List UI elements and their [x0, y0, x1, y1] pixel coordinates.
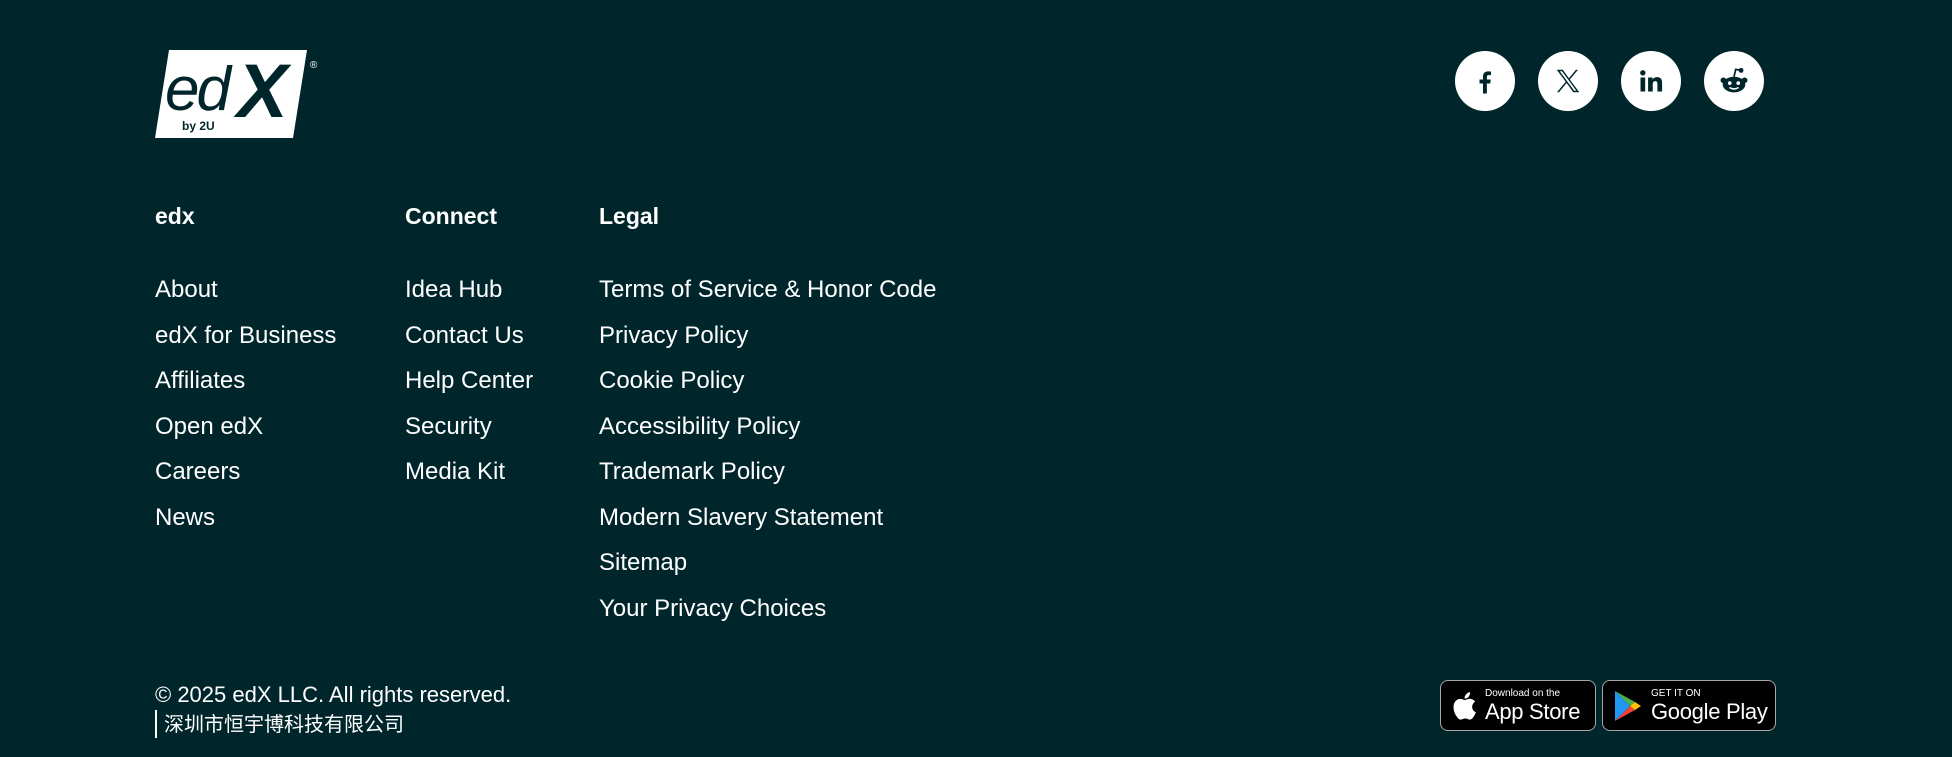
- list-item: Open edX: [155, 404, 336, 450]
- list-item: Careers: [155, 449, 336, 495]
- list-item: Media Kit: [405, 449, 533, 495]
- list-item: About: [155, 267, 336, 313]
- x-icon: [1556, 69, 1580, 93]
- facebook-link[interactable]: [1455, 51, 1515, 111]
- link-trademark-policy[interactable]: Trademark Policy: [599, 458, 785, 485]
- edx-logo[interactable]: ed X by 2U ®: [155, 50, 320, 138]
- list-item: News: [155, 495, 336, 541]
- column-heading-legal: Legal: [599, 203, 660, 229]
- reddit-icon: [1720, 67, 1748, 93]
- google-play-big-text: Google Play: [1651, 698, 1768, 724]
- app-store-badge[interactable]: Download on the App Store: [1440, 680, 1596, 731]
- list-item: Privacy Policy: [599, 313, 936, 359]
- list-item: Accessibility Policy: [599, 404, 936, 450]
- link-list-edx: About edX for Business Affiliates Open e…: [155, 267, 336, 540]
- app-store-badge-text: Download on the App Store: [1485, 687, 1581, 724]
- link-careers[interactable]: Careers: [155, 458, 240, 485]
- link-media-kit[interactable]: Media Kit: [405, 458, 505, 485]
- list-item: Idea Hub: [405, 267, 533, 313]
- link-help-center[interactable]: Help Center: [405, 367, 533, 394]
- facebook-icon: [1479, 71, 1491, 94]
- list-item: Affiliates: [155, 358, 336, 404]
- link-cookie-policy[interactable]: Cookie Policy: [599, 367, 744, 394]
- list-item: Cookie Policy: [599, 358, 936, 404]
- reddit-link[interactable]: [1704, 51, 1764, 111]
- list-item: Your Privacy Choices: [599, 586, 936, 632]
- link-your-privacy-choices[interactable]: Your Privacy Choices: [599, 595, 826, 622]
- logo-registered-mark: ®: [310, 60, 318, 71]
- link-idea-hub[interactable]: Idea Hub: [405, 276, 502, 303]
- app-store-big-text: App Store: [1485, 698, 1581, 724]
- footer-column-connect: Connect Idea Hub Contact Us Help Center …: [405, 200, 533, 495]
- link-terms-of-service[interactable]: Terms of Service & Honor Code: [599, 276, 936, 303]
- link-contact-us[interactable]: Contact Us: [405, 322, 524, 349]
- footer-column-edx: edx About edX for Business Affiliates Op…: [155, 200, 336, 540]
- link-accessibility-policy[interactable]: Accessibility Policy: [599, 413, 800, 440]
- link-security[interactable]: Security: [405, 413, 492, 440]
- list-item: Contact Us: [405, 313, 533, 359]
- logo-by-2u: by 2U: [182, 119, 215, 133]
- link-news[interactable]: News: [155, 504, 215, 531]
- list-item: edX for Business: [155, 313, 336, 359]
- link-privacy-policy[interactable]: Privacy Policy: [599, 322, 748, 349]
- social-links: [1455, 51, 1764, 111]
- list-item: Sitemap: [599, 540, 936, 586]
- google-play-badge-text: GET IT ON Google Play: [1651, 687, 1768, 724]
- link-about[interactable]: About: [155, 276, 218, 303]
- link-list-legal: Terms of Service & Honor Code Privacy Po…: [599, 267, 936, 631]
- linkedin-icon: [1640, 70, 1663, 92]
- logo-ed: ed: [165, 55, 231, 124]
- link-list-connect: Idea Hub Contact Us Help Center Security…: [405, 267, 533, 495]
- google-play-icon: [1613, 690, 1643, 722]
- footer-column-legal: Legal Terms of Service & Honor Code Priv…: [599, 200, 936, 631]
- list-item: Terms of Service & Honor Code: [599, 267, 936, 313]
- link-affiliates[interactable]: Affiliates: [155, 367, 245, 394]
- x-link[interactable]: [1538, 51, 1598, 111]
- google-play-small-text: GET IT ON: [1651, 687, 1701, 699]
- app-store-small-text: Download on the: [1485, 687, 1561, 699]
- link-sitemap[interactable]: Sitemap: [599, 549, 687, 576]
- logo-x: X: [237, 49, 288, 134]
- column-heading-connect: Connect: [405, 203, 497, 229]
- list-item: Security: [405, 404, 533, 450]
- linkedin-link[interactable]: [1621, 51, 1681, 111]
- link-edx-for-business[interactable]: edX for Business: [155, 322, 336, 349]
- list-item: Help Center: [405, 358, 533, 404]
- list-item: Trademark Policy: [599, 449, 936, 495]
- link-open-edx[interactable]: Open edX: [155, 413, 263, 440]
- list-item: Modern Slavery Statement: [599, 495, 936, 541]
- copyright-text: © 2025 edX LLC. All rights reserved.: [155, 682, 512, 707]
- link-modern-slavery-statement[interactable]: Modern Slavery Statement: [599, 504, 883, 531]
- icp-company-link[interactable]: 深圳市恒宇博科技有限公司: [155, 710, 404, 738]
- google-play-badge[interactable]: GET IT ON Google Play: [1602, 680, 1776, 731]
- apple-icon: [1451, 691, 1477, 721]
- column-heading-edx: edx: [155, 203, 195, 229]
